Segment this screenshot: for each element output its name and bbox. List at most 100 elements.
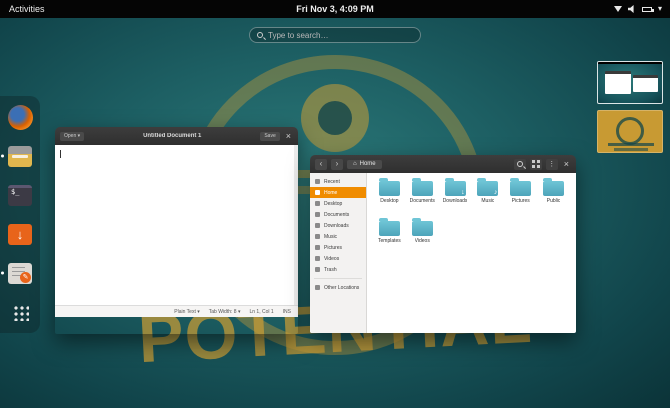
sidebar-item-label: Other Locations [324,285,359,291]
folder-label: Music [481,198,494,204]
sidebar-item-desktop[interactable]: Desktop [310,198,366,209]
sidebar-item-label: Home [324,190,337,196]
sidebar-item-label: Desktop [324,201,342,207]
sidebar-item-downloads[interactable]: Downloads [310,220,366,231]
cursor-position: Ln 1, Col 1 [249,309,273,315]
overwrite-mode[interactable]: INS [283,309,291,315]
folder-public[interactable]: Public [537,181,570,204]
back-button[interactable]: ‹ [315,159,327,170]
sidebar-item-recent[interactable]: Recent [310,176,366,187]
language-selector[interactable]: Plain Text ▾ [174,309,200,315]
menu-button[interactable]: ⋮ [546,159,558,170]
clock[interactable]: Fri Nov 3, 4:09 PM [296,4,374,14]
wallpaper-emblem-gear-core [318,101,352,135]
folder-pictures[interactable]: Pictures [504,181,537,204]
search-button[interactable] [514,159,526,170]
sidebar-item-music[interactable]: Music [310,231,366,242]
search-icon [257,32,263,38]
dash: $_ ↓ ✎ [0,96,40,333]
text-caret [60,150,61,158]
folder-icon: ↓ [445,181,466,196]
pencil-icon: ✎ [20,272,31,283]
close-icon[interactable]: × [562,160,571,169]
sidebar-item-label: Pictures [324,245,342,251]
workspace-thumbnail-1[interactable] [597,61,663,104]
folder-icon [379,221,400,236]
open-button[interactable]: Open ▾ [60,132,84,141]
folder-downloads[interactable]: ↓ Downloads [439,181,472,204]
trash-icon [315,267,320,272]
folder-videos[interactable]: Videos [406,221,439,244]
sidebar-item-label: Documents [324,212,349,218]
kebab-menu-icon: ⋮ [548,160,555,168]
dock-item-software-install[interactable]: ↓ [6,221,34,247]
sidebar-item-label: Trash [324,267,337,273]
folder-documents[interactable]: Documents [406,181,439,204]
chevron-down-icon: ▾ [658,5,662,13]
folder-label: Downloads [443,198,468,204]
folder-emblem: ♪ [494,189,498,196]
folder-label: Public [547,198,561,204]
save-button[interactable]: Save [260,132,279,141]
folder-templates[interactable]: Templates [373,221,406,244]
folder-icon: ♪ [477,181,498,196]
gedit-window[interactable]: Open ▾ Untitled Document 1 Save × Plain … [55,127,298,334]
folder-label: Pictures [512,198,530,204]
volume-icon [628,5,636,13]
files-window[interactable]: ‹ › ⌂ Home ⋮ × Recent [310,155,576,333]
folder-music[interactable]: ♪ Music [471,181,504,204]
terminal-icon: $_ [8,185,32,206]
gedit-statusbar: Plain Text ▾ Tab Width: 8 ▾ Ln 1, Col 1 … [55,305,298,317]
folder-label: Desktop [380,198,398,204]
mini-top-bar [598,62,662,64]
mini-wallpaper-bar [614,148,648,151]
documents-icon [315,212,320,217]
dock-item-firefox[interactable] [6,104,34,130]
breadcrumb[interactable]: ⌂ Home [347,160,382,169]
top-bar: Activities Fri Nov 3, 4:09 PM ▾ [0,0,670,18]
sidebar-item-home[interactable]: Home [310,187,366,198]
sidebar-item-label: Videos [324,256,339,262]
view-toggle-button[interactable] [530,159,542,170]
mini-wallpaper-bar [608,143,654,146]
firefox-icon [8,105,33,130]
gedit-text-area[interactable] [55,145,298,305]
home-icon: ⌂ [353,161,357,167]
files-sidebar: Recent Home Desktop Documents Downloads [310,173,367,333]
tab-width-selector[interactable]: Tab Width: 8 ▾ [209,309,241,315]
text-editor-icon: ✎ [8,263,32,284]
workspace-thumbnail-2[interactable] [597,110,663,153]
videos-icon [315,256,320,261]
mini-window [633,75,658,92]
files-body: Recent Home Desktop Documents Downloads [310,173,576,333]
search-field[interactable] [249,27,421,43]
sidebar-item-trash[interactable]: Trash [310,264,366,275]
system-tray[interactable]: ▾ [614,5,670,13]
files-folder-grid: Desktop Documents ↓ Downloads ♪ Music Pi… [367,173,576,333]
activities-button[interactable]: Activities [0,0,54,18]
sidebar-item-label: Downloads [324,223,349,229]
dock-item-show-applications[interactable] [6,299,34,325]
sidebar-item-videos[interactable]: Videos [310,253,366,264]
folder-icon [412,221,433,236]
sidebar-item-label: Recent [324,179,340,185]
folder-desktop[interactable]: Desktop [373,181,406,204]
dock-item-text-editor[interactable]: ✎ [6,260,34,286]
breadcrumb-label: Home [360,161,376,167]
sidebar-item-other-locations[interactable]: Other Locations [310,282,366,293]
search-icon [517,161,523,167]
search-input[interactable] [268,31,413,40]
show-applications-icon [12,304,29,321]
network-icon [614,6,622,12]
close-icon[interactable]: × [284,132,293,141]
dock-item-terminal[interactable]: $_ [6,182,34,208]
dock-item-files[interactable] [6,143,34,169]
scrollbar[interactable] [294,145,298,305]
desktop-overview: POTENTIAL Activities Fri Nov 3, 4:09 PM … [0,0,670,408]
folder-icon [379,181,400,196]
sidebar-item-documents[interactable]: Documents [310,209,366,220]
forward-button[interactable]: › [331,159,343,170]
files-icon [8,146,32,167]
mini-window [605,71,631,94]
sidebar-item-pictures[interactable]: Pictures [310,242,366,253]
